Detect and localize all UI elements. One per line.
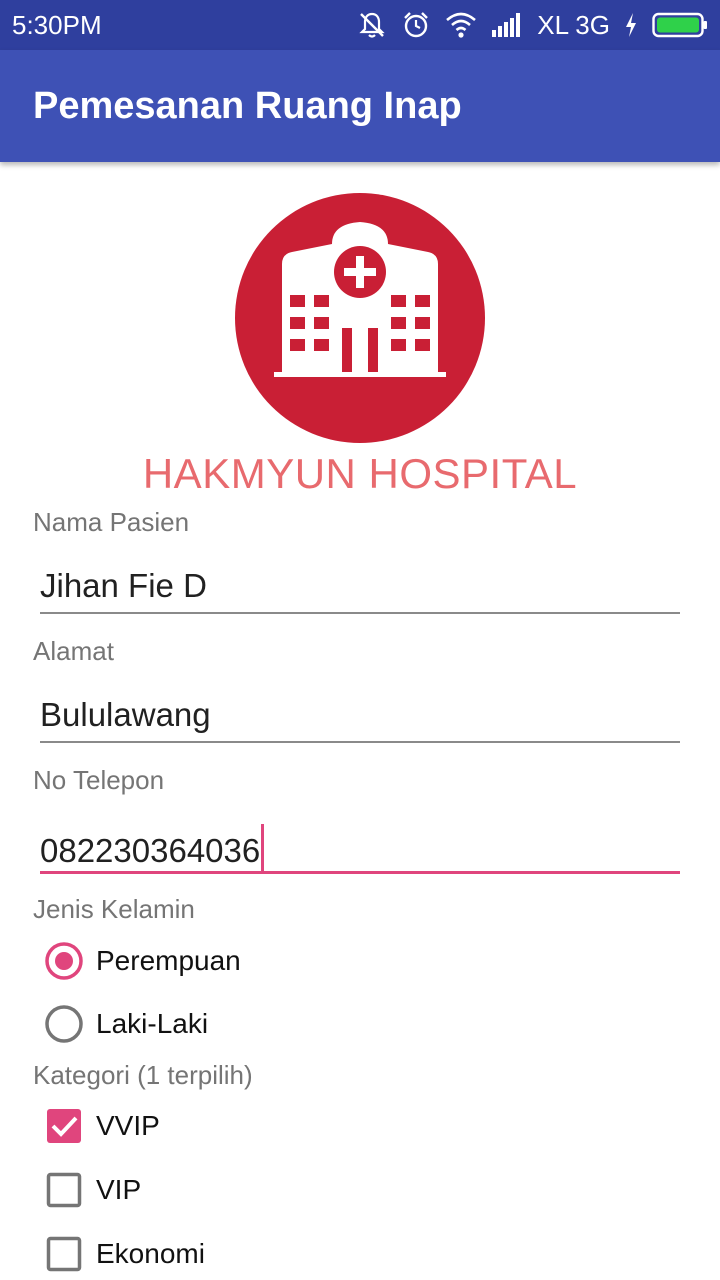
radio-perempuan[interactable]: Perempuan — [44, 940, 241, 982]
radio-laki-laki[interactable]: Laki-Laki — [44, 1003, 208, 1045]
radio-perempuan-label: Perempuan — [96, 945, 241, 976]
phone-label: No Telepon — [33, 765, 165, 795]
wifi-icon — [445, 11, 477, 39]
checkbox-unchecked-icon — [46, 1172, 82, 1208]
radio-laki-laki-label: Laki-Laki — [96, 1008, 209, 1039]
phone-input-underline — [40, 871, 680, 874]
phone-input[interactable]: 082230364036 — [40, 824, 265, 872]
carrier-label: XL 3G — [537, 10, 610, 40]
checkbox-ekonomi-label: Ekonomi — [96, 1238, 205, 1269]
battery-icon — [652, 12, 708, 38]
checkbox-checked-icon — [47, 1109, 81, 1143]
address-input[interactable]: Bululawang — [40, 695, 211, 735]
alarm-clock-icon — [401, 10, 431, 40]
status-bar: 5:30PM XL 3G — [0, 0, 720, 50]
checkbox-ekonomi[interactable]: Ekonomi — [44, 1233, 205, 1275]
checkbox-vvip-label: VVIP — [96, 1110, 160, 1141]
checkbox-unchecked-icon — [46, 1236, 82, 1272]
checkbox-vvip[interactable]: VVIP — [44, 1105, 160, 1147]
text-cursor — [261, 824, 265, 872]
muted-bell-icon — [357, 10, 387, 40]
gender-label: Jenis Kelamin — [33, 894, 195, 924]
name-label: Nama Pasien — [33, 507, 190, 537]
radio-selected-icon — [45, 942, 83, 980]
name-input-underline — [40, 612, 680, 614]
phone-input-text: 082230364036 — [40, 832, 261, 869]
signal-icon — [491, 12, 523, 38]
checkbox-vip-label: VIP — [96, 1174, 142, 1205]
radio-unselected-icon — [45, 1005, 83, 1043]
category-label: Kategori (1 terpilih) — [33, 1060, 253, 1090]
app-title: Pemesanan Ruang Inap — [33, 85, 462, 127]
address-label: Alamat — [33, 636, 114, 666]
charging-icon — [624, 12, 638, 38]
address-input-underline — [40, 741, 680, 743]
name-input[interactable]: Jihan Fie D — [40, 566, 207, 606]
status-icons: XL 3G — [357, 8, 708, 42]
hospital-name: HAKMYUN HOSPITAL — [142, 450, 578, 497]
hospital-building-icon — [235, 193, 485, 443]
hospital-logo — [234, 192, 486, 444]
app-bar: Pemesanan Ruang Inap — [0, 50, 720, 162]
status-time: 5:30PM — [12, 10, 102, 40]
checkbox-vip[interactable]: VIP — [44, 1169, 141, 1211]
